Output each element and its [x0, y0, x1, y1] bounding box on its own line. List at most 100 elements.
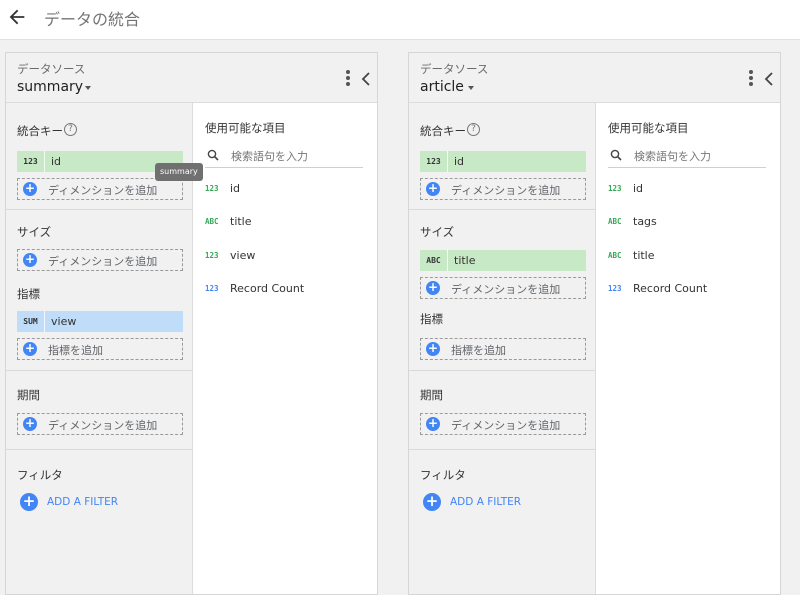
search-icon — [610, 149, 622, 161]
panel-header: データソース summary — [6, 53, 377, 103]
tooltip: summary — [155, 163, 203, 181]
chevron-left-icon[interactable] — [764, 72, 774, 86]
text-type-icon: ABC — [420, 250, 448, 271]
add-dimension-button[interactable]: + ディメンションを追加 — [17, 249, 183, 271]
divider — [409, 370, 595, 371]
size-title: サイズ — [420, 225, 455, 239]
number-type-icon: 123 — [608, 184, 622, 193]
field-name: title — [230, 215, 252, 228]
field-name: view — [230, 249, 256, 262]
metric-title: 指標 — [420, 312, 443, 326]
datasource-select[interactable]: article — [420, 79, 464, 95]
number-type-icon: 123 — [608, 284, 622, 293]
field-name: id — [230, 182, 241, 195]
datasource-panel-article: データソース article 統合キー ? 123 id + ディメンションを追… — [408, 52, 781, 595]
field-item[interactable]: ABC title — [608, 249, 768, 265]
join-key-title: 統合キー — [17, 124, 63, 138]
join-key-title: 統合キー — [420, 124, 466, 138]
search-input[interactable]: 検索語句を入力 — [231, 148, 308, 164]
field-item[interactable]: 123 Record Count — [205, 282, 365, 298]
add-filter-icon[interactable]: + — [20, 493, 38, 511]
add-circle-icon: + — [426, 341, 440, 356]
add-dimension-label: ディメンションを追加 — [451, 184, 561, 197]
period-title: 期間 — [17, 388, 40, 402]
add-dimension-button[interactable]: + ディメンションを追加 — [420, 413, 586, 435]
divider — [6, 209, 192, 210]
page-title: データの統合 — [44, 10, 141, 29]
add-metric-label: 指標を追加 — [451, 344, 506, 357]
dropdown-caret-icon[interactable] — [468, 86, 474, 90]
number-type-icon: 123 — [205, 184, 219, 193]
dimension-chip[interactable]: ABC title — [420, 250, 586, 271]
add-filter-button[interactable]: ADD A FILTER — [47, 496, 118, 508]
field-name: Record Count — [230, 282, 305, 295]
chip-label: id — [454, 155, 465, 168]
more-vert-icon[interactable] — [748, 70, 754, 88]
size-title: サイズ — [17, 225, 52, 239]
chevron-left-icon[interactable] — [361, 72, 371, 86]
text-type-icon: ABC — [608, 251, 622, 260]
available-fields-title: 使用可能な項目 — [205, 121, 286, 135]
filter-title: フィルタ — [17, 468, 63, 482]
add-metric-button[interactable]: + 指標を追加 — [420, 338, 586, 360]
add-dimension-label: ディメンションを追加 — [48, 255, 158, 268]
add-dimension-button[interactable]: + ディメンションを追加 — [420, 277, 586, 299]
add-dimension-label: ディメンションを追加 — [451, 283, 561, 296]
number-type-icon: 123 — [17, 151, 45, 172]
field-item[interactable]: 123 view — [205, 249, 365, 265]
add-dimension-button[interactable]: + ディメンションを追加 — [420, 178, 586, 200]
field-name: id — [633, 182, 644, 195]
metric-chip[interactable]: SUM view — [17, 311, 183, 332]
add-circle-icon: + — [23, 341, 37, 356]
available-fields-column: 使用可能な項目 検索語句を入力 123 id ABC title 123 vie… — [193, 103, 377, 594]
add-circle-icon: + — [23, 181, 37, 196]
add-dimension-label: ディメンションを追加 — [48, 419, 158, 432]
search-input[interactable]: 検索語句を入力 — [634, 148, 711, 164]
dropdown-caret-icon[interactable] — [85, 86, 91, 90]
add-metric-button[interactable]: + 指標を追加 — [17, 338, 183, 360]
number-type-icon: 123 — [420, 151, 448, 172]
add-circle-icon: + — [426, 280, 440, 295]
help-icon[interactable]: ? — [467, 123, 480, 136]
datasource-select[interactable]: summary — [17, 79, 83, 95]
metric-title: 指標 — [17, 287, 40, 301]
more-vert-icon[interactable] — [345, 70, 351, 88]
panel-header: データソース article — [409, 53, 780, 103]
add-filter-icon[interactable]: + — [423, 493, 441, 511]
join-key-chip[interactable]: 123 id — [420, 151, 586, 172]
filter-title: フィルタ — [420, 468, 466, 482]
add-circle-icon: + — [23, 252, 37, 267]
divider — [409, 449, 595, 450]
text-type-icon: ABC — [205, 217, 219, 226]
datasource-panel-summary: データソース summary 統合キー ? 123 id + ディメンションを追… — [5, 52, 378, 595]
field-item[interactable]: 123 id — [608, 182, 768, 198]
field-item[interactable]: ABC tags — [608, 215, 768, 231]
add-dimension-button[interactable]: + ディメンションを追加 — [17, 178, 183, 200]
available-fields-title: 使用可能な項目 — [608, 121, 689, 135]
field-name: tags — [633, 215, 657, 228]
chip-label: view — [51, 315, 77, 328]
available-fields-column: 使用可能な項目 検索語句を入力 123 id ABC tags ABC titl… — [596, 103, 780, 594]
datasource-label: データソース — [420, 62, 489, 76]
divider — [409, 209, 595, 210]
search-icon — [207, 149, 219, 161]
field-search[interactable]: 検索語句を入力 — [608, 145, 766, 168]
add-circle-icon: + — [426, 416, 440, 431]
config-column: 統合キー ? 123 id + ディメンションを追加 サイズ ABC title… — [409, 103, 596, 594]
field-search[interactable]: 検索語句を入力 — [205, 145, 363, 168]
add-circle-icon: + — [23, 416, 37, 431]
add-metric-label: 指標を追加 — [48, 344, 103, 357]
help-icon[interactable]: ? — [64, 123, 77, 136]
add-dimension-button[interactable]: + ディメンションを追加 — [17, 413, 183, 435]
add-circle-icon: + — [426, 181, 440, 196]
field-item[interactable]: 123 id — [205, 182, 365, 198]
number-type-icon: 123 — [205, 284, 219, 293]
field-name: title — [633, 249, 655, 262]
divider — [6, 370, 192, 371]
add-dimension-label: ディメンションを追加 — [451, 419, 561, 432]
field-item[interactable]: ABC title — [205, 215, 365, 231]
field-item[interactable]: 123 Record Count — [608, 282, 768, 298]
divider — [6, 449, 192, 450]
add-filter-button[interactable]: ADD A FILTER — [450, 496, 521, 508]
arrow-back-icon[interactable] — [6, 6, 28, 28]
